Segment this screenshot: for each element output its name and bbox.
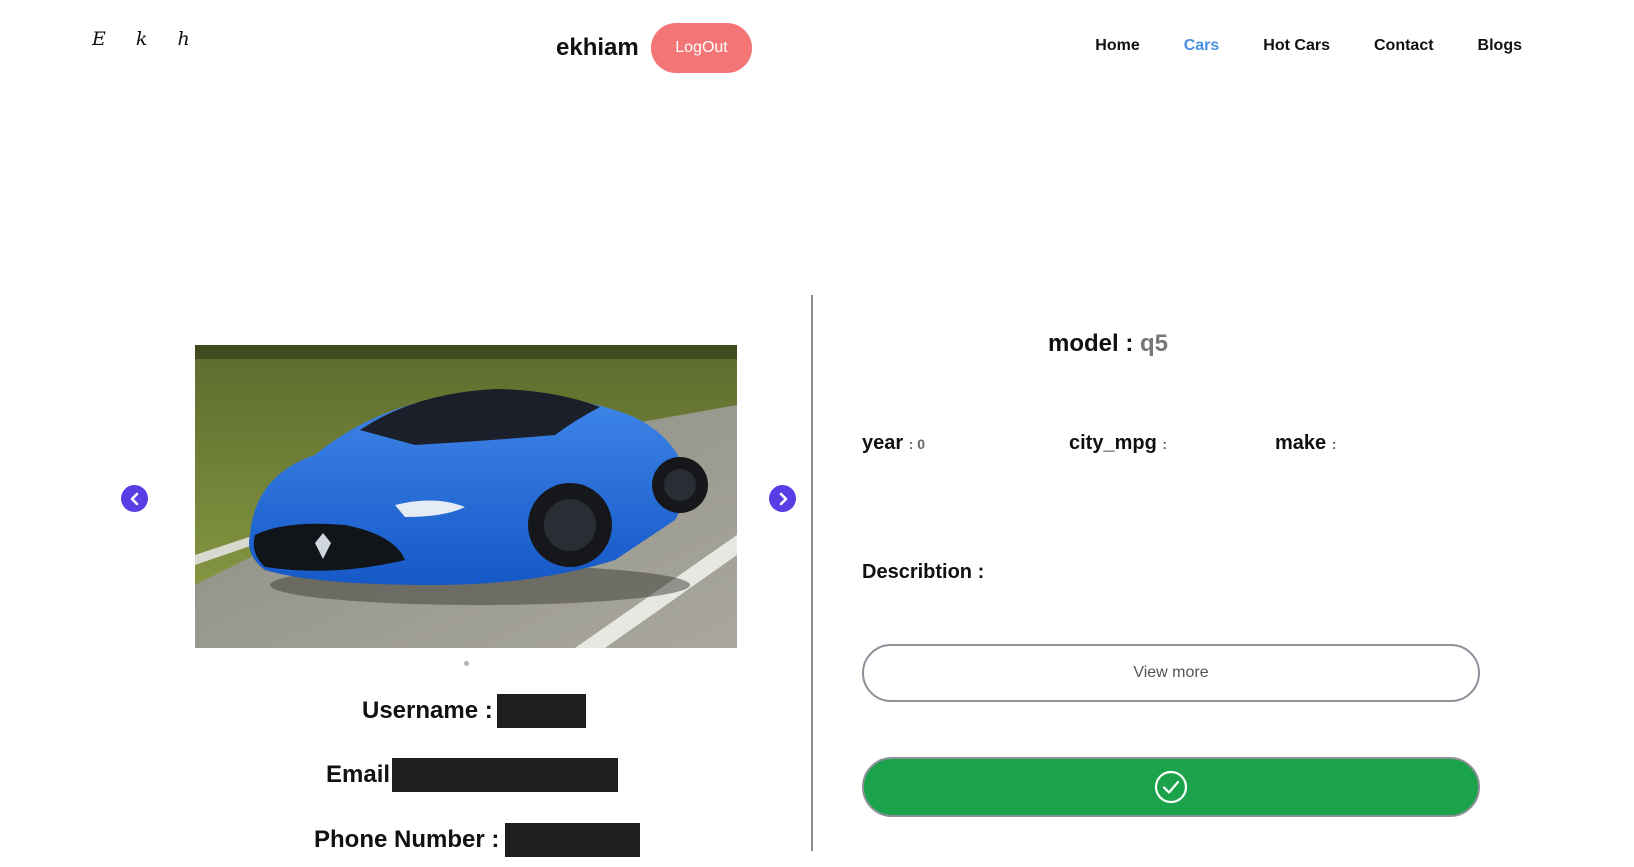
view-more-button[interactable]: View more: [862, 644, 1480, 702]
nav-cars[interactable]: Cars: [1184, 37, 1220, 55]
spec-year: year : 0: [862, 432, 925, 455]
username-label: Username :: [362, 697, 493, 724]
spec-make: make :: [1275, 432, 1336, 455]
carousel-next-button[interactable]: [769, 485, 796, 512]
vertical-divider: [811, 295, 813, 851]
phone-row: Phone Number :: [314, 823, 641, 857]
confirm-button[interactable]: [862, 757, 1480, 817]
make-label: make: [1275, 432, 1327, 454]
username-redacted: [496, 694, 586, 728]
chevron-right-icon: [779, 492, 787, 505]
model-heading: model : q5: [1048, 330, 1168, 358]
carousel-indicator-dot[interactable]: [464, 661, 469, 666]
model-value: q5: [1140, 330, 1169, 357]
city-mpg-label: city_mpg: [1069, 432, 1157, 454]
nav-contact[interactable]: Contact: [1374, 37, 1434, 55]
carousel-prev-button[interactable]: [121, 485, 148, 512]
nav-home[interactable]: Home: [1095, 37, 1139, 55]
logo[interactable]: E k h: [92, 28, 202, 50]
chevron-left-icon: [130, 492, 138, 505]
current-username: ekhiam: [556, 34, 639, 61]
city-mpg-value: :: [1162, 436, 1168, 452]
car-image: [195, 345, 737, 648]
description-label: Describtion :: [862, 561, 985, 583]
phone-label: Phone Number :: [314, 826, 500, 853]
email-row: Email: [326, 758, 619, 792]
email-label: Email: [326, 761, 391, 788]
logout-button[interactable]: LogOut: [651, 23, 752, 73]
check-circle-icon: [1154, 770, 1188, 804]
model-label: model :: [1048, 330, 1134, 357]
year-value: : 0: [908, 436, 926, 452]
make-value: :: [1331, 436, 1337, 452]
username-row: Username :: [362, 694, 586, 728]
nav-hot-cars[interactable]: Hot Cars: [1263, 37, 1330, 55]
phone-redacted: [505, 823, 641, 857]
spec-city-mpg: city_mpg :: [1069, 432, 1167, 455]
year-label: year: [862, 432, 904, 454]
email-redacted: [392, 758, 619, 792]
nav-blogs[interactable]: Blogs: [1478, 37, 1522, 55]
main-nav: Home Cars Hot Cars Contact Blogs: [1095, 37, 1522, 55]
